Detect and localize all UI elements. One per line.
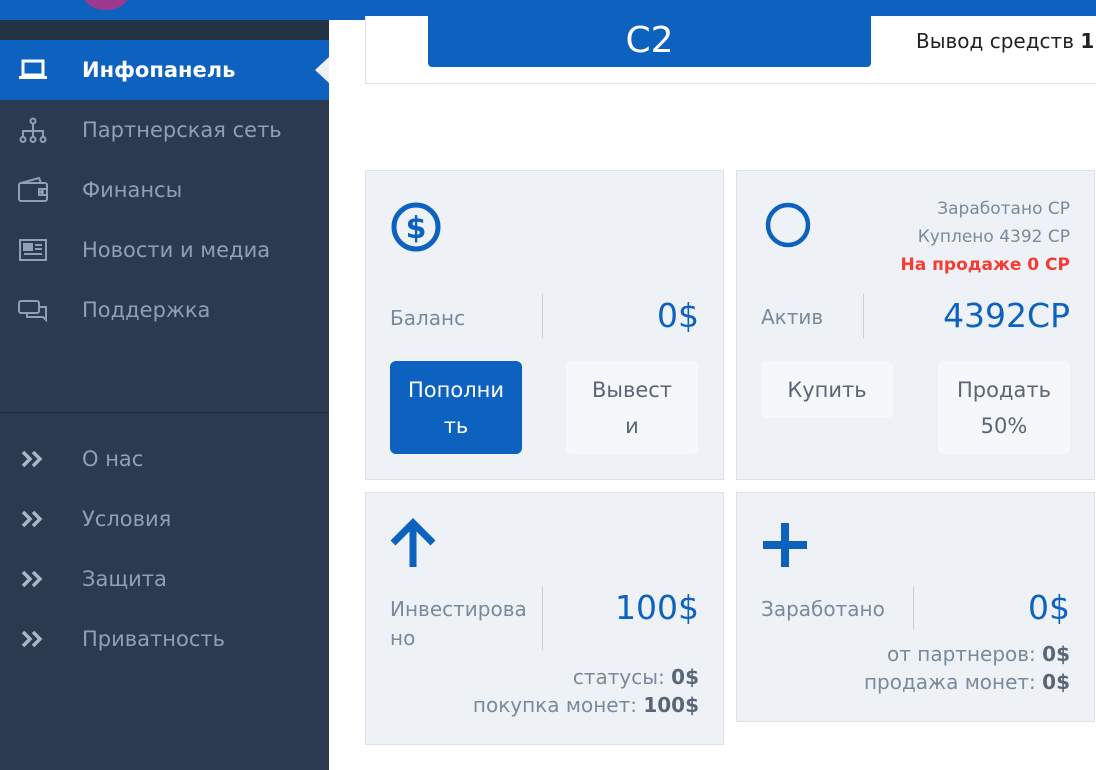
header-card: C2 Вывод средств 1 ра — [365, 14, 1096, 84]
double-chevron-icon — [17, 566, 49, 592]
statuses-value: 0$ — [671, 665, 699, 689]
double-chevron-icon — [17, 446, 49, 472]
c2-button[interactable]: C2 — [428, 14, 871, 67]
plus-icon — [761, 521, 809, 573]
sidebar-item-label: Приватность — [82, 627, 225, 651]
newspaper-icon — [17, 237, 49, 263]
withdraw-button[interactable]: Вывести — [566, 361, 698, 454]
wallet-icon — [17, 177, 49, 203]
sidebar-item-label: О нас — [82, 447, 144, 471]
sidebar-item-terms[interactable]: Условия — [0, 489, 329, 549]
laptop-icon — [17, 57, 49, 83]
statuses-label: статусы: — [572, 665, 672, 689]
statuses-line: статусы: 0$ — [573, 665, 699, 689]
sidebar-item-protection[interactable]: Защита — [0, 549, 329, 609]
invested-value: 100$ — [615, 588, 699, 627]
asset-value: 4392CP — [943, 296, 1070, 335]
dollar-circle-icon: $ — [390, 201, 442, 257]
sidebar-item-partner-network[interactable]: Партнерская сеть — [0, 100, 329, 160]
separator — [913, 586, 914, 630]
asset-label: Актив — [761, 305, 824, 329]
sidebar-item-label: Инфопанель — [82, 58, 236, 82]
sidebar-item-label: Поддержка — [82, 298, 211, 322]
double-chevron-icon — [17, 626, 49, 652]
coin-purchase-line: покупка монет: 100$ — [473, 693, 699, 717]
sidebar-item-label: Финансы — [82, 178, 183, 202]
svg-text:$: $ — [406, 211, 427, 246]
sidebar-item-label: Защита — [82, 567, 167, 591]
sell-button[interactable]: Продать 50% — [938, 361, 1070, 454]
sidebar-item-support[interactable]: Поддержка — [0, 280, 329, 340]
separator — [542, 294, 543, 338]
sidebar-top-strip — [0, 20, 329, 40]
balance-value: 0$ — [657, 296, 699, 335]
double-chevron-icon — [17, 506, 49, 532]
main-content: C2 Вывод средств 1 ра $ Баланс 0$ Пополн… — [329, 14, 1096, 770]
balance-card: $ Баланс 0$ Пополнить Вывести — [365, 170, 724, 480]
arrow-up-icon — [388, 517, 438, 573]
sidebar-item-label: Новости и медиа — [82, 238, 271, 262]
invested-card: Инвестировано 100$ статусы: 0$ покупка м… — [365, 492, 724, 745]
sidebar-item-privacy[interactable]: Приватность — [0, 609, 329, 669]
partners-label: от партнеров: — [887, 642, 1043, 666]
withdraw-note: Вывод средств 1 ра — [916, 29, 1096, 53]
invested-label: Инвестировано — [390, 597, 527, 650]
earned-cp: Заработано CP — [937, 199, 1070, 219]
earned-value: 0$ — [1028, 588, 1070, 627]
circle-icon — [764, 201, 812, 253]
coin-sale-label: продажа монет: — [863, 670, 1043, 694]
sidebar-item-news[interactable]: Новости и медиа — [0, 220, 329, 280]
sidebar-item-about[interactable]: О нас — [0, 429, 329, 489]
sidebar-item-label: Условия — [82, 507, 172, 531]
logo[interactable] — [80, 0, 132, 10]
separator — [542, 586, 543, 650]
earned-card: Заработано 0$ от партнеров: 0$ продажа м… — [736, 492, 1095, 722]
balance-label: Баланс — [390, 306, 466, 330]
sidebar: Инфопанель Партнерская сеть Финансы Ново… — [0, 20, 329, 770]
coin-purchase-label: покупка монет: — [472, 693, 644, 717]
sidebar-item-finance[interactable]: Финансы — [0, 160, 329, 220]
withdraw-bold: 1 ра — [1080, 29, 1096, 53]
coin-sale-line: продажа монет: 0$ — [864, 670, 1070, 694]
partners-line: от партнеров: 0$ — [887, 642, 1070, 666]
separator — [863, 294, 864, 338]
sidebar-item-infopanel[interactable]: Инфопанель — [0, 40, 329, 100]
asset-card: Заработано CP Куплено 4392 CP На продаже… — [736, 170, 1095, 480]
on-sale-cp: На продаже 0 CP — [900, 255, 1070, 275]
withdraw-text: Вывод средств — [916, 29, 1081, 53]
earned-label: Заработано — [761, 597, 885, 621]
chat-icon — [17, 297, 49, 323]
active-indicator — [315, 57, 329, 83]
coin-sale-value: 0$ — [1042, 670, 1070, 694]
sidebar-item-label: Партнерская сеть — [82, 118, 282, 142]
bought-cp: Куплено 4392 CP — [917, 227, 1070, 247]
coin-purchase-value: 100$ — [643, 693, 699, 717]
deposit-button[interactable]: Пополнить — [390, 361, 522, 454]
network-icon — [17, 117, 49, 143]
partners-value: 0$ — [1042, 642, 1070, 666]
sidebar-divider — [0, 412, 329, 413]
buy-button[interactable]: Купить — [761, 361, 893, 418]
